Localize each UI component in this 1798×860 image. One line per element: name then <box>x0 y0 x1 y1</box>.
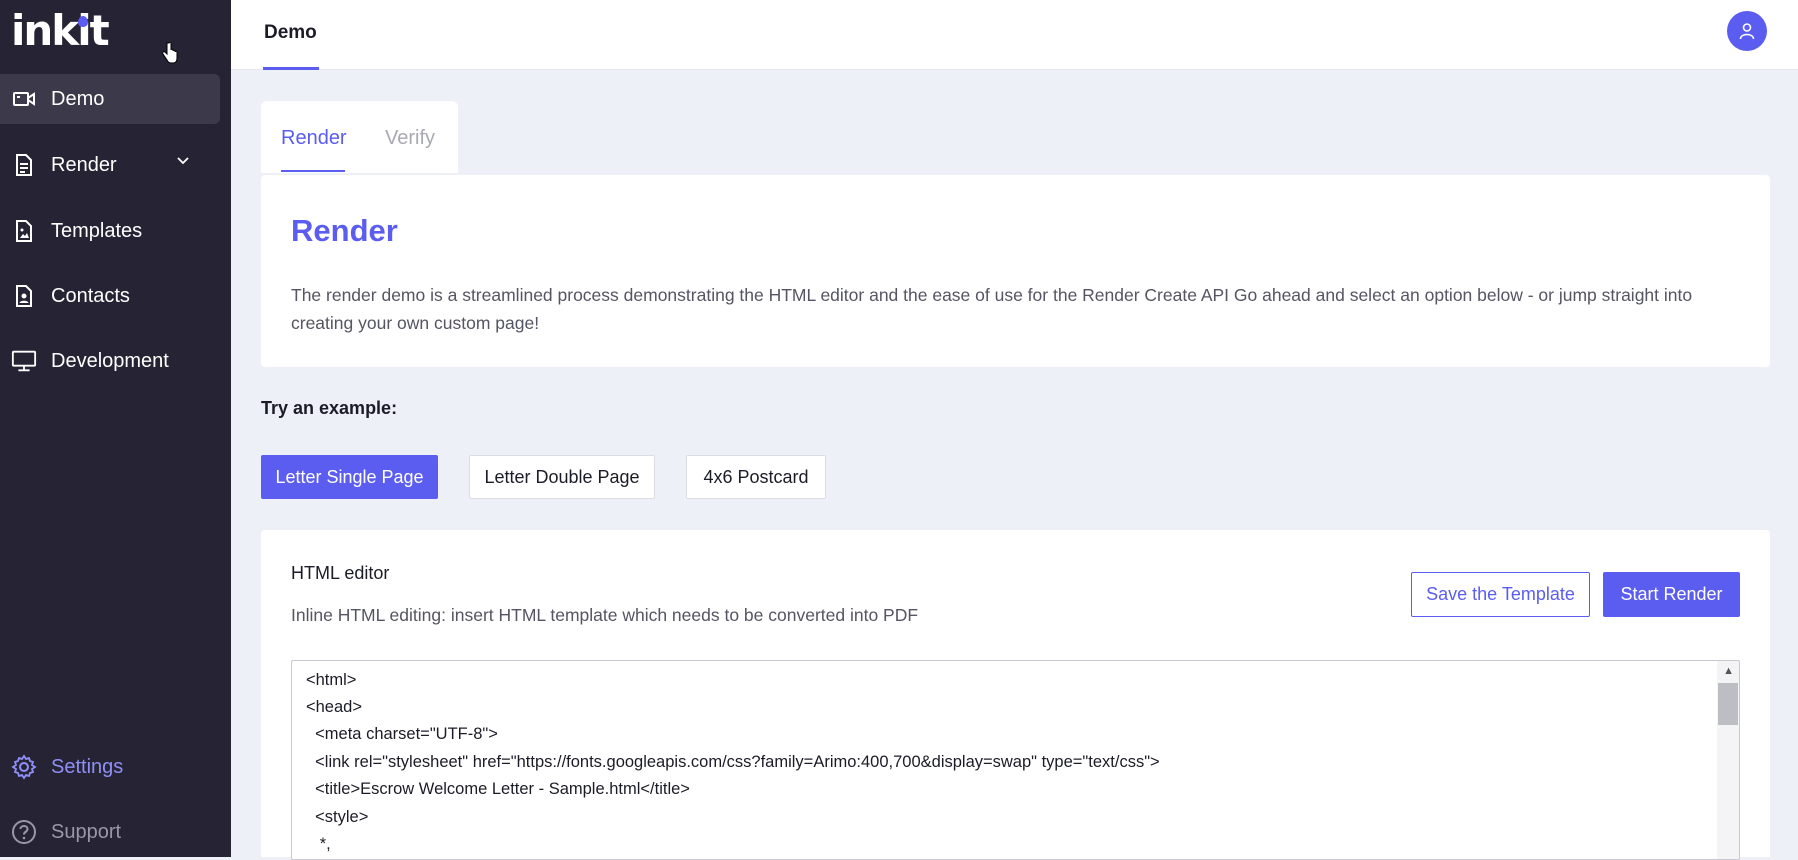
sidebar-item-development[interactable]: Development <box>0 336 220 386</box>
chevron-down-icon[interactable] <box>176 156 190 166</box>
top-bar: Demo <box>231 0 1798 70</box>
code-line: <html> <box>306 671 357 689</box>
code-line: <style> <box>306 808 369 826</box>
tab-bar: Render Verify <box>261 101 458 173</box>
sidebar-item-demo[interactable]: Demo <box>0 74 220 124</box>
html-editor-card: HTML editor Inline HTML editing: insert … <box>261 530 1770 860</box>
sidebar-item-label: Support <box>51 820 122 843</box>
sidebar-item-label: Development <box>51 349 169 372</box>
code-line: <link rel="stylesheet" href="https://fon… <box>306 753 1160 771</box>
editor-subtitle: Inline HTML editing: insert HTML templat… <box>291 605 919 625</box>
letter-double-page-button[interactable]: Letter Double Page <box>469 455 655 499</box>
sidebar: inkit Demo Render Templates Contacts Dev… <box>0 0 231 857</box>
postcard-button[interactable]: 4x6 Postcard <box>686 455 826 499</box>
inkit-logo[interactable]: inkit <box>11 6 131 56</box>
scrollbar-thumb[interactable] <box>1718 683 1738 725</box>
hand-cursor-icon <box>162 42 178 64</box>
sidebar-item-settings[interactable]: Settings <box>0 742 220 792</box>
editor-scrollbar[interactable]: ▲ <box>1717 661 1739 859</box>
sidebar-item-render[interactable]: Render <box>0 140 220 190</box>
page-title: Render <box>291 213 398 248</box>
breadcrumb-demo[interactable]: Demo <box>264 22 317 44</box>
sidebar-item-support[interactable]: Support <box>0 807 220 857</box>
breadcrumb-underline <box>263 67 319 70</box>
code-line: <head> <box>306 698 362 716</box>
user-icon <box>1739 23 1755 40</box>
logo-drop-icon <box>78 16 88 27</box>
sidebar-item-contacts[interactable]: Contacts <box>0 271 220 321</box>
monitor-icon <box>11 348 37 374</box>
sidebar-item-label: Render <box>51 153 117 176</box>
code-line: <meta charset="UTF-8"> <box>306 725 498 743</box>
render-intro-card: Render The render demo is a streamlined … <box>261 175 1770 367</box>
question-circle-icon <box>11 819 37 845</box>
tab-render[interactable]: Render <box>281 127 347 150</box>
contact-file-icon <box>11 283 37 309</box>
sidebar-item-label: Demo <box>51 87 105 110</box>
document-icon <box>11 152 37 178</box>
sidebar-item-templates[interactable]: Templates <box>0 206 220 256</box>
code-line: *, <box>306 835 331 853</box>
sidebar-item-label: Templates <box>51 219 143 242</box>
code-line: <title>Escrow Welcome Letter - Sample.ht… <box>306 780 690 798</box>
render-description: The render demo is a streamlined process… <box>291 285 1693 333</box>
image-file-icon <box>11 218 37 244</box>
editor-title: HTML editor <box>291 563 390 583</box>
avatar[interactable] <box>1727 11 1767 51</box>
sidebar-item-label: Settings <box>51 755 124 778</box>
gear-icon <box>11 754 37 780</box>
tab-verify[interactable]: Verify <box>385 127 435 150</box>
save-template-button[interactable]: Save the Template <box>1411 572 1590 617</box>
letter-single-page-button[interactable]: Letter Single Page <box>261 455 438 499</box>
examples-label: Try an example: <box>261 398 398 418</box>
scroll-up-arrow-icon[interactable]: ▲ <box>1723 665 1734 677</box>
start-render-button[interactable]: Start Render <box>1603 572 1740 617</box>
html-code-editor[interactable]: <html> <head> <meta charset="UTF-8"> <li… <box>291 660 1740 860</box>
sidebar-item-label: Contacts <box>51 284 130 307</box>
video-camera-icon <box>11 86 37 112</box>
active-tab-indicator <box>281 170 345 172</box>
